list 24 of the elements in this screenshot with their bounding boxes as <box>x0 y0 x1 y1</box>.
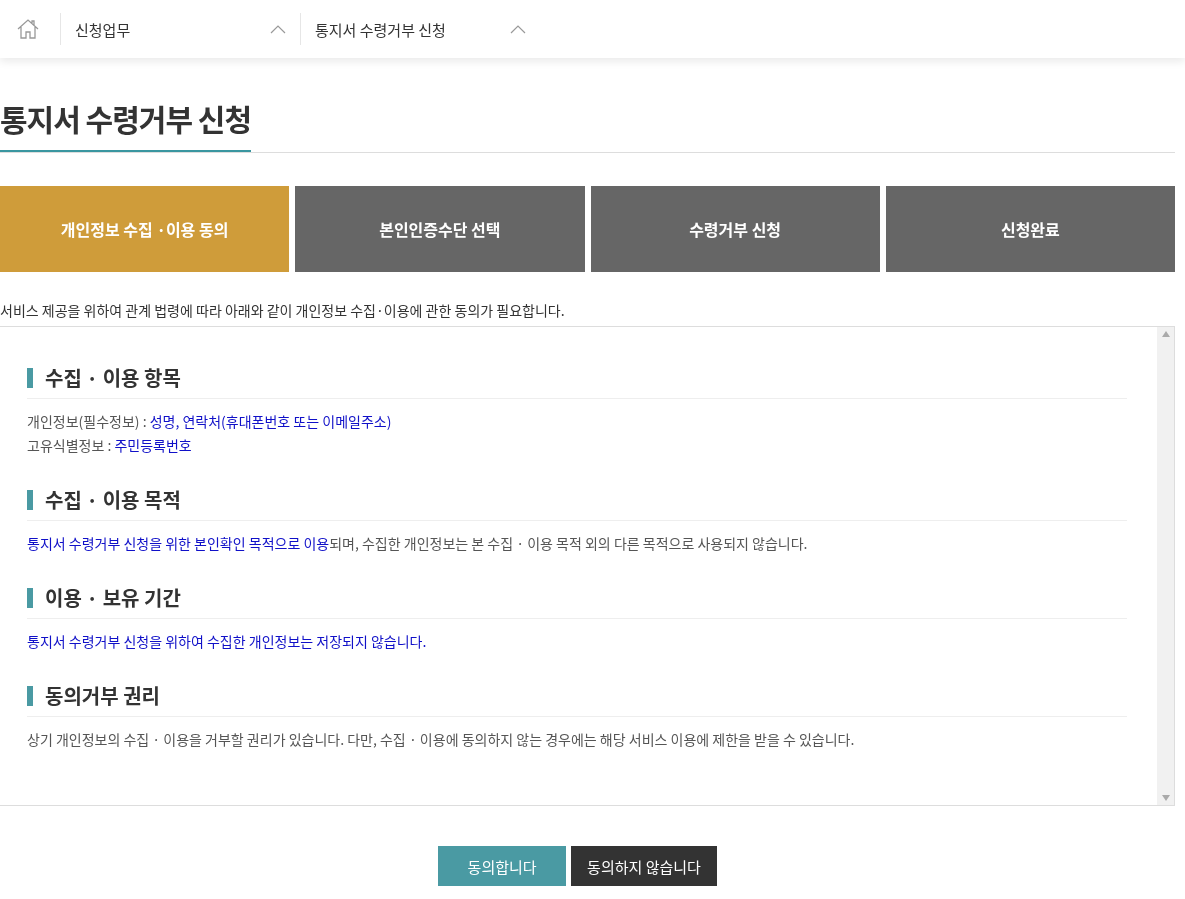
heading-marker <box>27 587 33 608</box>
section-text: 고유식별정보 : 주민등록번호 <box>27 434 193 457</box>
section-text: 상기 개인정보의 수집 · 이용을 거부할 권리가 있습니다. 다만, 수집 · 이용에 동의하지 않는 경우에는 해당 서비스 이용에 제한을 받을 수 있습니다. <box>27 728 856 751</box>
breadcrumb-dropdown[interactable]: 신청업무 <box>60 13 300 45</box>
heading-marker <box>27 489 33 510</box>
heading-marker <box>27 367 33 388</box>
caret-icon <box>270 24 286 34</box>
scrollbar[interactable] <box>1157 327 1174 805</box>
heading-text: 수집 · 이용 항목 <box>45 363 181 392</box>
section-text: 개인정보(필수정보) : 성명, 연락처(휴대폰번호 또는 이메일주소) <box>27 410 393 433</box>
section-text: 통지서 수령거부 신청을 위한 본인확인 목적으로 이용되며, 수집한 개인정보는 본 수집 · 이용 목적 외의 다른 목적으로 사용되지 않습니다. <box>27 532 809 555</box>
scroll-down-icon[interactable] <box>1161 795 1170 801</box>
section-text: 통지서 수령거부 신청을 위하여 수집한 개인정보는 저장되지 않습니다. <box>27 630 428 653</box>
heading-text: 수집 · 이용 목적 <box>45 485 181 514</box>
heading-text: 이용 · 보유 기간 <box>45 583 181 612</box>
home-icon[interactable] <box>16 17 40 41</box>
page-title: 통지서 수령거부 신청 <box>0 96 252 152</box>
heading-text: 동의거부 권리 <box>45 681 160 710</box>
breadcrumb-dropdown[interactable]: 통지서 수령거부 신청 <box>300 13 540 45</box>
caret-icon <box>510 24 526 34</box>
intro-text: 서비스 제공을 위하여 관계 법령에 따라 아래와 같이 개인정보 수집·이용에 관한 동의가 필요합니다. <box>0 300 566 320</box>
disagree-button[interactable]: 동의하지 않습니다 <box>571 846 717 886</box>
heading-marker <box>27 685 33 706</box>
scroll-up-icon[interactable] <box>1161 331 1170 337</box>
